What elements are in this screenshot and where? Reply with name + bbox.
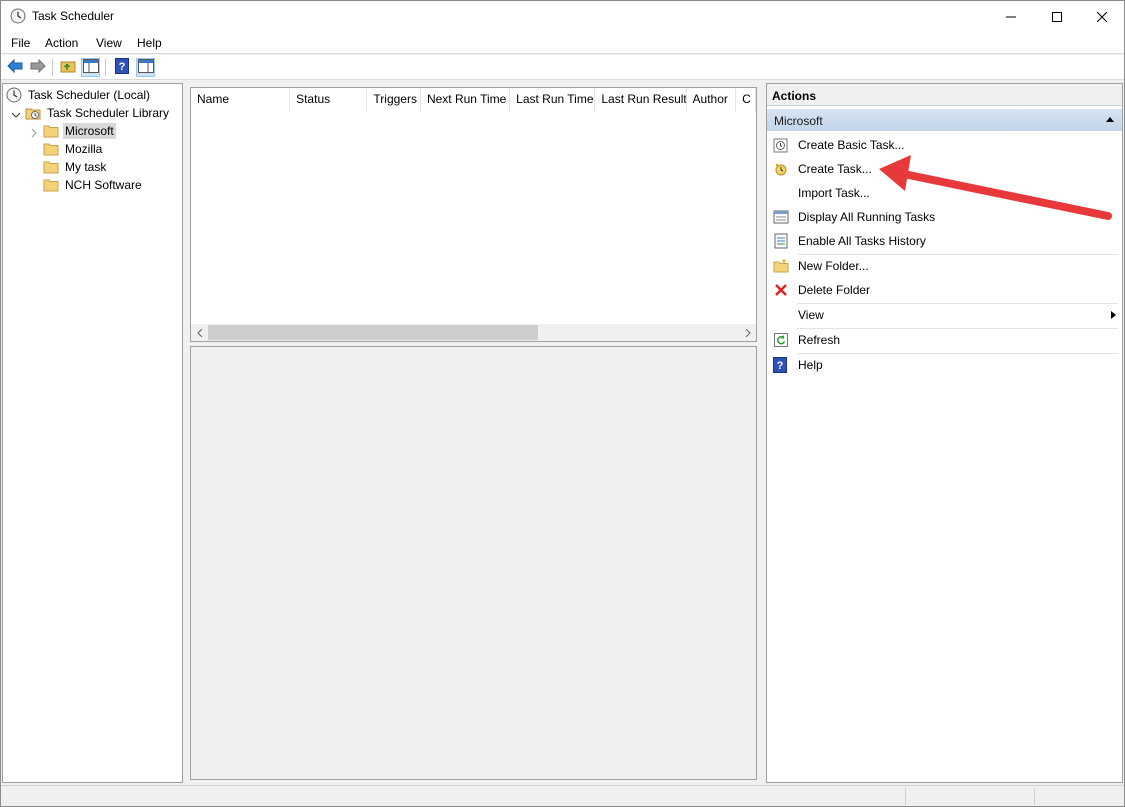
menu-action[interactable]: Action [45,36,78,50]
close-button[interactable] [1079,1,1125,32]
task-list-header: Name Status Triggers Next Run Time Last … [191,88,756,112]
column-header-author[interactable]: Author [687,88,737,112]
enable-all-tasks-history-action[interactable]: Enable All Tasks History [767,229,1122,253]
clock-icon [6,87,22,103]
running-tasks-icon [773,209,789,225]
display-all-running-tasks-action[interactable]: Display All Running Tasks [767,205,1122,229]
tree-item-label: Task Scheduler (Local) [28,88,151,102]
clock-icon [10,8,26,24]
task-list: Name Status Triggers Next Run Time Last … [190,87,757,342]
show-hide-console-tree-icon [82,59,99,76]
help-icon: ? [773,357,789,373]
chevron-right-icon [1111,311,1116,319]
tree-item-folder[interactable]: NCH Software [43,176,144,194]
column-header-last-run-result[interactable]: Last Run Result [595,88,687,112]
help-action[interactable]: ? Help [767,353,1122,377]
status-bar-segment [905,788,906,805]
svg-text:?: ? [777,360,784,372]
create-task-icon [773,161,789,177]
back-button[interactable] [5,58,24,77]
menu-help[interactable]: Help [137,36,162,50]
status-bar [1,785,1124,806]
show-hide-action-pane-icon [137,59,154,76]
menu-bar: File Action View Help [1,32,1124,54]
new-folder-action[interactable]: New Folder... [767,254,1122,278]
create-basic-task-action[interactable]: Create Basic Task... [767,133,1122,157]
up-folder-icon [60,59,76,76]
minimize-button[interactable] [988,1,1034,32]
task-scheduler-window: Task Scheduler File Action View Help ? T… [0,0,1125,807]
title-bar: Task Scheduler [1,1,1124,32]
tree-item-label: NCH Software [65,178,142,192]
new-folder-icon [773,258,789,274]
chevron-left-icon[interactable] [191,324,208,341]
delete-folder-action[interactable]: Delete Folder [767,278,1122,302]
maximize-icon [1052,11,1062,22]
column-header-name[interactable]: Name [191,88,291,112]
console-tree: Task Scheduler (Local) Task Scheduler Li… [2,83,183,783]
import-task-action[interactable]: Import Task... [767,181,1122,205]
tree-item-folder[interactable]: My task [43,158,108,176]
close-icon [1097,11,1107,22]
refresh-icon [773,332,789,348]
actions-pane: Actions Microsoft Create Basic Task... C… [766,83,1123,783]
toolbar: ? [1,55,1124,80]
tree-item-folder[interactable]: Mozilla [43,140,104,158]
horizontal-scrollbar[interactable] [191,324,756,341]
folder-icon [43,141,59,157]
window-title: Task Scheduler [32,9,115,23]
folder-icon [43,177,59,193]
actions-group-title: Microsoft [774,114,823,128]
help-button[interactable]: ? [112,58,131,77]
chevron-right-icon[interactable] [29,127,39,138]
toolbar-separator [52,59,53,76]
collapse-up-icon[interactable] [1106,117,1114,122]
library-folder-icon [25,105,41,121]
tree-item-label: My task [65,160,107,174]
tree-item-label: Task Scheduler Library [47,106,170,120]
column-header-triggers[interactable]: Triggers [367,88,421,112]
column-header-created[interactable]: C [736,88,756,112]
forward-arrow-icon [30,58,46,76]
menu-view[interactable]: View [96,36,122,50]
status-bar-segment [1034,788,1035,805]
menu-file[interactable]: File [11,36,30,50]
tree-item-folder[interactable]: Microsoft [43,122,116,140]
up-one-level-button[interactable] [58,58,77,77]
show-hide-console-tree-button[interactable] [81,58,100,77]
chevron-down-icon[interactable] [11,109,21,119]
actions-group-header[interactable]: Microsoft [767,109,1122,131]
tasks-history-icon [773,233,789,249]
maximize-button[interactable] [1034,1,1080,32]
column-header-last-run-time[interactable]: Last Run Time [510,88,596,112]
chevron-right-icon[interactable] [739,324,756,341]
results-pane: Name Status Triggers Next Run Time Last … [188,83,761,783]
delete-icon [773,282,789,298]
view-submenu-action[interactable]: View [767,303,1122,327]
toolbar-separator [105,59,106,76]
tree-item-root[interactable]: Task Scheduler (Local) [6,86,152,104]
create-basic-task-icon [773,137,789,153]
task-details-pane [190,346,757,780]
minimize-icon [1006,12,1016,22]
scrollbar-thumb[interactable] [208,325,538,340]
back-arrow-icon [6,58,23,76]
show-hide-action-pane-button[interactable] [136,58,155,77]
column-header-next-run-time[interactable]: Next Run Time [421,88,511,112]
column-header-status[interactable]: Status [290,88,368,112]
tree-item-library[interactable]: Task Scheduler Library [25,104,171,122]
actions-header: Actions [767,84,1122,106]
forward-button[interactable] [28,58,47,77]
folder-icon [43,159,59,175]
tree-item-label: Microsoft [63,123,116,139]
help-icon: ? [114,58,129,77]
svg-text:?: ? [118,61,125,73]
folder-icon [43,123,59,139]
create-task-action[interactable]: Create Task... [767,157,1122,181]
tree-item-label: Mozilla [65,142,103,156]
refresh-action[interactable]: Refresh [767,328,1122,352]
